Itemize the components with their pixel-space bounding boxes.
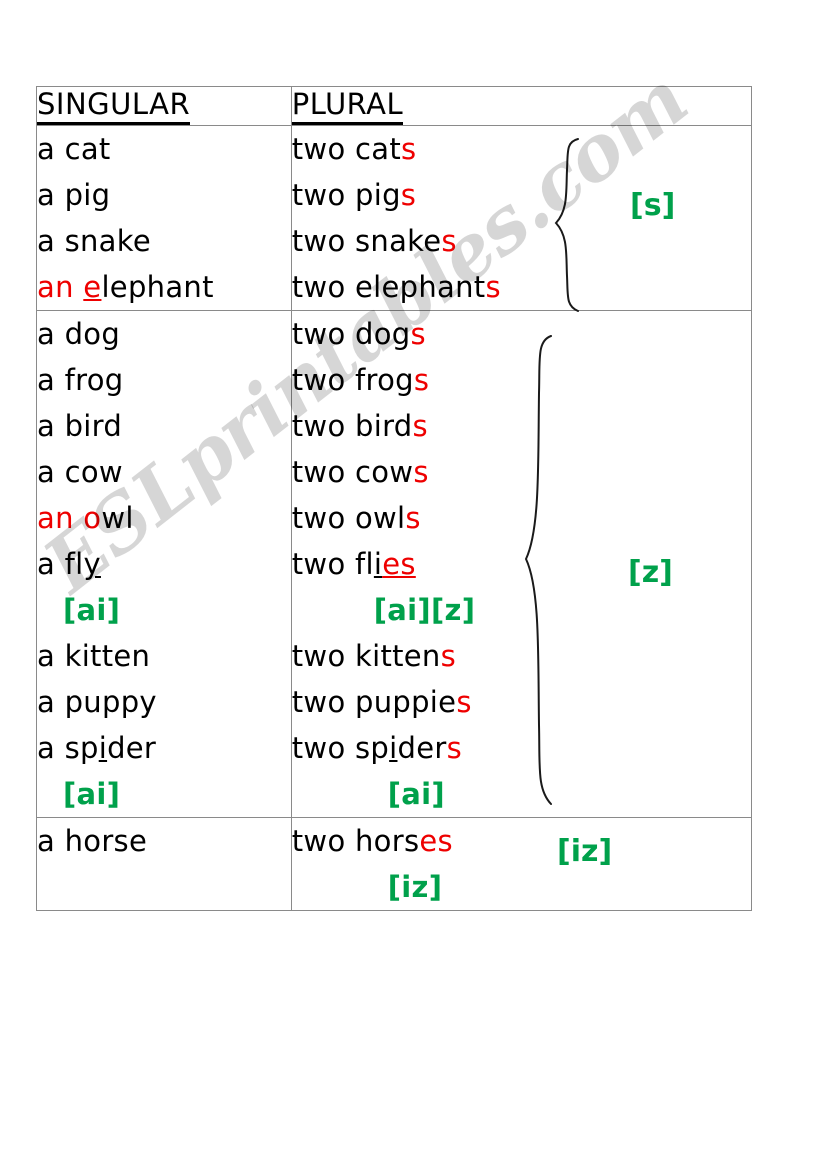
list-item: two birds [291, 409, 428, 444]
section-z-singular-cell: a dog a frog a bird a cow an owl a fly [… [36, 310, 292, 819]
list-item: a puppy [37, 685, 157, 720]
list-item: two horses [291, 824, 453, 859]
list-item: a dog [37, 317, 121, 352]
list-item: two cows [291, 455, 429, 490]
list-item: two elephants [291, 270, 501, 305]
list-item: a bird [37, 409, 123, 444]
singular-plural-table: SINGULAR PLURAL a cat a pig a snake an e… [36, 85, 753, 912]
list-item: a snake [37, 224, 151, 259]
phonetic-fly-singular: [ai] [63, 593, 121, 628]
column-header-singular: SINGULAR [37, 87, 191, 126]
list-item: a frog [37, 363, 124, 398]
list-item: a horse [37, 824, 148, 859]
list-item: two owls [291, 501, 421, 536]
list-item: a cat [37, 132, 111, 167]
section-iz-plural-cell: two horses [iz] [290, 817, 753, 912]
list-item: two dogs [291, 317, 426, 352]
list-item: two pigs [291, 178, 417, 213]
list-item: a cow [37, 455, 123, 490]
section-s-plural-cell: two cats two pigs two snakes two elephan… [290, 125, 753, 312]
phonetic-horses-plural: [iz] [387, 870, 443, 905]
list-item: two spiders [291, 731, 462, 766]
phonetic-spider-singular: [ai] [63, 777, 121, 812]
section-row-s: a cat a pig a snake an elephant two cats… [36, 125, 753, 312]
list-item: a fly [37, 547, 101, 582]
phonetic-flies-plural: [ai][z] [373, 593, 476, 628]
list-item: an owl [37, 501, 134, 536]
list-item: a kitten [37, 639, 151, 674]
list-item: two cats [291, 132, 417, 167]
list-item: two frogs [291, 363, 430, 398]
list-item: a pig [37, 178, 111, 213]
list-item: two puppies [291, 685, 472, 720]
list-item: two snakes [291, 224, 457, 259]
section-iz-singular-cell: a horse [36, 817, 292, 912]
column-header-plural: PLURAL [291, 87, 404, 126]
section-row-iz: a horse two horses [iz] [36, 817, 753, 912]
header-cell-plural: PLURAL [290, 85, 753, 127]
list-item: two flies [291, 547, 416, 582]
header-cell-singular: SINGULAR [36, 85, 292, 127]
phonetic-spiders-plural: [ai] [387, 777, 445, 812]
section-row-z: a dog a frog a bird a cow an owl a fly [… [36, 310, 753, 819]
list-item: a spider [37, 731, 157, 766]
table-header-row: SINGULAR PLURAL [36, 85, 753, 127]
list-item: two kittens [291, 639, 457, 674]
list-item: an elephant [37, 270, 214, 305]
section-s-singular-cell: a cat a pig a snake an elephant [36, 125, 292, 312]
section-z-plural-cell: two dogs two frogs two birds two cows tw… [290, 310, 753, 819]
